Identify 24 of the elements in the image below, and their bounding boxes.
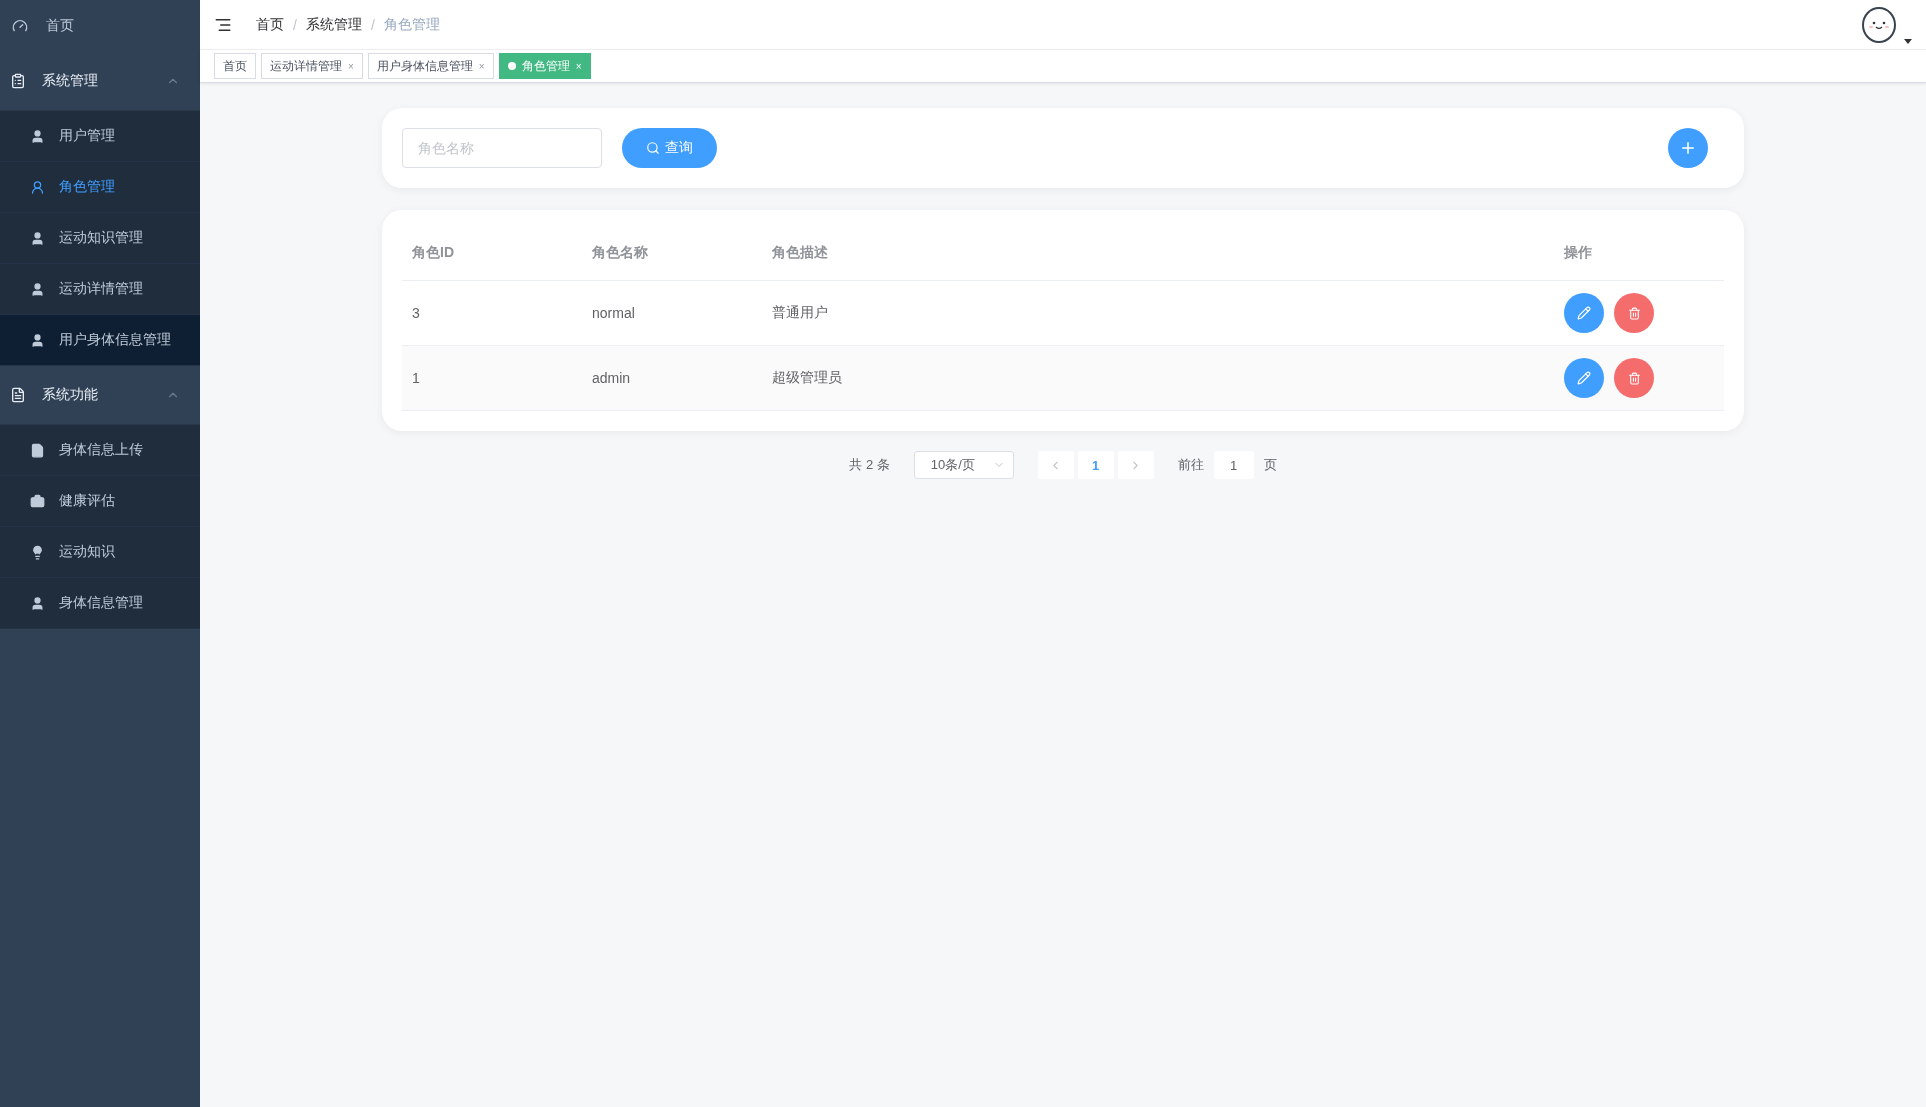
breadcrumb-separator: / [370, 16, 375, 33]
breadcrumb-separator: / [293, 16, 297, 33]
column-header: 角色描述 [771, 244, 829, 262]
table-cell-text: 1 [411, 370, 421, 386]
table-cell-text: 3 [411, 305, 421, 321]
sidebar-item[interactable]: 用户身体信息管理 [0, 315, 200, 366]
tab[interactable]: 首页 [214, 53, 256, 79]
table-cell-text: 超级管理员 [771, 369, 843, 387]
breadcrumb-link[interactable]: 首页 [256, 15, 284, 34]
page-suffix: 页 [1263, 456, 1277, 474]
tab[interactable]: 用户身体信息管理 × [367, 53, 494, 79]
page-size-select[interactable]: 10条/页 [913, 451, 1014, 479]
table-cell-text: normal [591, 305, 636, 321]
jump-label: 前往 [1177, 456, 1204, 474]
tab[interactable]: 运动详情管理 × [261, 53, 363, 79]
breadcrumb-link[interactable]: 系统管理 [305, 15, 362, 34]
page-jump-field[interactable]: 1 [1213, 451, 1254, 479]
table-cell-text: 普通用户 [771, 304, 829, 322]
column-header: 操作 [1563, 244, 1593, 262]
column-header: 角色名称 [591, 244, 649, 262]
table-cell-text: admin [591, 370, 632, 386]
search-field[interactable]: 角色名称 [402, 128, 602, 168]
column-header: 角色ID [411, 244, 455, 262]
total-count: 共 2 条 [849, 456, 890, 474]
